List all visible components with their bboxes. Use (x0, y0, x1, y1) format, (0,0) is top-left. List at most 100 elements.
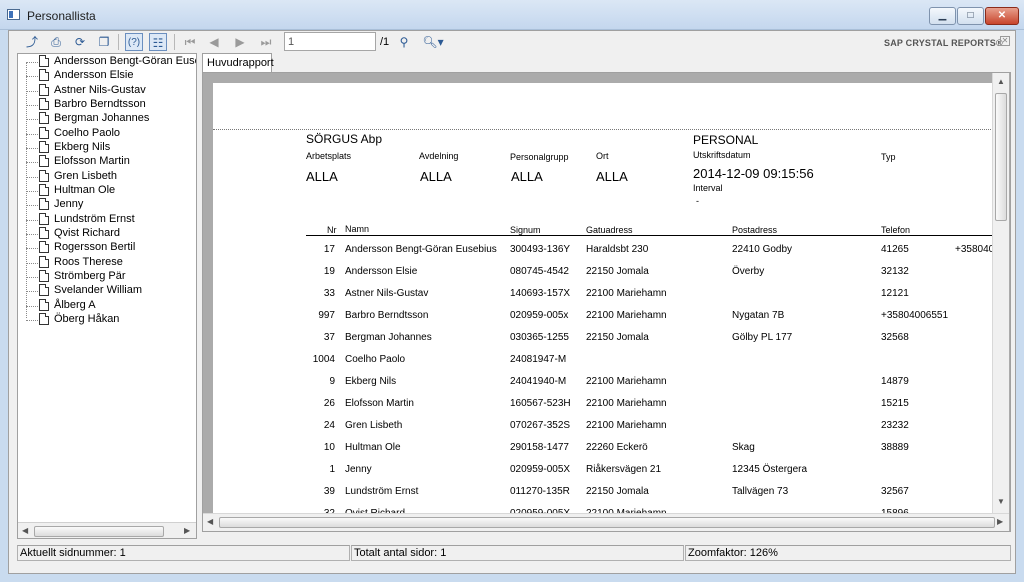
cell-telefon: 12121 (881, 288, 909, 299)
tree-item[interactable]: Svelander William (18, 284, 196, 298)
tree-connector (26, 162, 38, 164)
cell-signum: 020959-005X (510, 464, 571, 475)
maximize-button[interactable]: □ (957, 7, 984, 25)
cell-telefon: +35804006551 (881, 310, 949, 321)
page-total: /1 (380, 36, 390, 48)
document-icon (39, 226, 49, 239)
company-name: SÖRGUS Abp (306, 132, 383, 146)
scroll-right-icon[interactable]: ▶ (997, 517, 1003, 526)
cell-nr: 39 (323, 486, 335, 497)
title-bar: Personallista ▁ □ ✕ (0, 0, 1024, 30)
scroll-thumb[interactable] (995, 93, 1007, 221)
column-header-gatuadress: Gatuadress (586, 225, 633, 235)
cell-gatuadress: 22100 Mariehamn (586, 288, 667, 299)
tree-connector (26, 319, 38, 321)
tree-item[interactable]: Coelho Paolo (18, 126, 196, 141)
column-header-signum: Signum (510, 225, 541, 235)
scroll-left-icon[interactable]: ◀ (22, 526, 28, 535)
cell-gatuadress: 22260 Eckerö (586, 442, 648, 453)
scroll-down-icon[interactable]: ▼ (997, 497, 1005, 506)
tree-item[interactable]: Andersson Bengt-Göran Eusebius (18, 55, 196, 69)
cell-postadress: Skag (732, 442, 755, 453)
tree-connector (26, 205, 38, 207)
last-page-icon[interactable]: ⏭ (257, 33, 275, 51)
cell-namn: Jenny (345, 464, 372, 475)
group-tree-toggle-icon[interactable]: ☷ (149, 33, 167, 51)
cell-nr: 10 (323, 442, 335, 453)
tree-item[interactable]: Andersson Elsie (18, 69, 196, 83)
tree-item[interactable]: Astner Nils-Gustav (18, 83, 196, 98)
tree-item[interactable]: Lundström Ernst (18, 212, 196, 227)
client-area: ⤴ ⎙ ⟳ ❐ (?) ☷ ⏮ ◀ ▶ ⏭ /1 ⚲ 🔍︎▾ SAP CRYST… (8, 30, 1016, 574)
cell-telefon: 32132 (881, 266, 909, 277)
tree-item[interactable]: Ekberg Nils (18, 140, 196, 155)
cell-nr: 24 (323, 420, 335, 431)
tree-item[interactable]: Strömberg Pär (18, 269, 196, 284)
tree-item-label: Coelho Paolo (54, 126, 121, 139)
cell-signum: 24041940-M (510, 376, 567, 387)
tree-item-label: Barbro Berndtsson (54, 97, 146, 110)
tree-horizontal-scrollbar[interactable]: ◀ ▶ (18, 522, 196, 538)
scroll-thumb[interactable] (34, 526, 164, 537)
cell-telefon: 14879 (881, 376, 909, 387)
document-icon (39, 126, 49, 139)
print-icon[interactable]: ⎙ (47, 33, 65, 51)
status-current-page: Aktuellt sidnummer: 1 (17, 545, 350, 561)
document-icon (39, 198, 49, 211)
tree-item[interactable]: Rogersson Bertil (18, 241, 196, 255)
tree-item[interactable]: Hultman Ole (18, 183, 196, 198)
document-icon (39, 97, 49, 110)
document-icon (39, 69, 49, 82)
help-icon[interactable]: (?) (125, 33, 143, 51)
toolbar: ⤴ ⎙ ⟳ ❐ (?) ☷ ⏮ ◀ ▶ ⏭ /1 ⚲ 🔍︎▾ SAP CRYST… (9, 31, 1015, 53)
page-number-input[interactable] (284, 32, 376, 51)
tree-item[interactable]: Öberg Håkan (18, 312, 196, 327)
report-page: SÖRGUS Abp PERSONAL Arbetsplats Avdelnin… (213, 83, 999, 523)
cell-gatuadress: 22100 Mariehamn (586, 376, 667, 387)
tree-connector (26, 291, 38, 293)
scroll-left-icon[interactable]: ◀ (207, 517, 213, 526)
zoom-icon[interactable]: 🔍︎▾ (419, 33, 447, 51)
tree-item[interactable]: Ålberg A (18, 298, 196, 313)
refresh-icon[interactable]: ⟳ (71, 33, 89, 51)
minimize-button[interactable]: ▁ (929, 7, 956, 25)
export-icon[interactable]: ⤴ (23, 33, 41, 51)
close-button[interactable]: ✕ (985, 7, 1019, 25)
label-ort: Ort (596, 151, 609, 161)
scroll-thumb[interactable] (219, 517, 995, 528)
cell-namn: Barbro Berndtsson (345, 310, 429, 321)
report-horizontal-scrollbar[interactable]: ◀ ▶ (203, 513, 1009, 531)
cell-postadress: Överby (732, 266, 765, 277)
find-binoculars-icon[interactable]: ⚲ (395, 33, 413, 51)
scroll-right-icon[interactable]: ▶ (184, 526, 190, 535)
tree-item[interactable]: Qvist Richard (18, 226, 196, 241)
column-header-namn: Namn (345, 224, 370, 234)
previous-page-icon[interactable]: ◀ (205, 33, 223, 51)
cell-postadress: Tallvägen 73 (732, 486, 789, 497)
document-icon (39, 83, 49, 96)
cell-namn: Astner Nils-Gustav (345, 288, 429, 299)
tree-item[interactable]: Barbro Berndtsson (18, 97, 196, 112)
copy-icon[interactable]: ❐ (95, 33, 113, 51)
first-page-icon[interactable]: ⏮ (181, 33, 199, 51)
tree-connector (26, 190, 38, 192)
cell-telefon: 32568 (881, 332, 909, 343)
tree-item[interactable]: Bergman Johannes (18, 112, 196, 126)
document-icon (39, 312, 49, 325)
scroll-up-icon[interactable]: ▲ (997, 77, 1005, 86)
cell-nr: 9 (329, 376, 335, 387)
document-icon (39, 284, 49, 297)
tree-item[interactable]: Gren Lisbeth (18, 169, 196, 184)
tree-item[interactable]: Jenny (18, 198, 196, 212)
next-page-icon[interactable]: ▶ (231, 33, 249, 51)
cell-namn: Elofsson Martin (345, 398, 414, 409)
tree-item-label: Andersson Bengt-Göran Eusebius (54, 55, 196, 67)
close-report-icon[interactable]: ✕ (1000, 36, 1010, 46)
document-icon (39, 155, 49, 168)
report-vertical-scrollbar[interactable]: ▲ ▼ (992, 73, 1009, 513)
tab-huvudrapport[interactable]: Huvudrapport (202, 53, 274, 73)
tree-item[interactable]: Roos Therese (18, 255, 196, 270)
label-personalgrupp: Personalgrupp (510, 152, 569, 162)
tree-item[interactable]: Elofsson Martin (18, 155, 196, 169)
document-icon (39, 298, 49, 311)
